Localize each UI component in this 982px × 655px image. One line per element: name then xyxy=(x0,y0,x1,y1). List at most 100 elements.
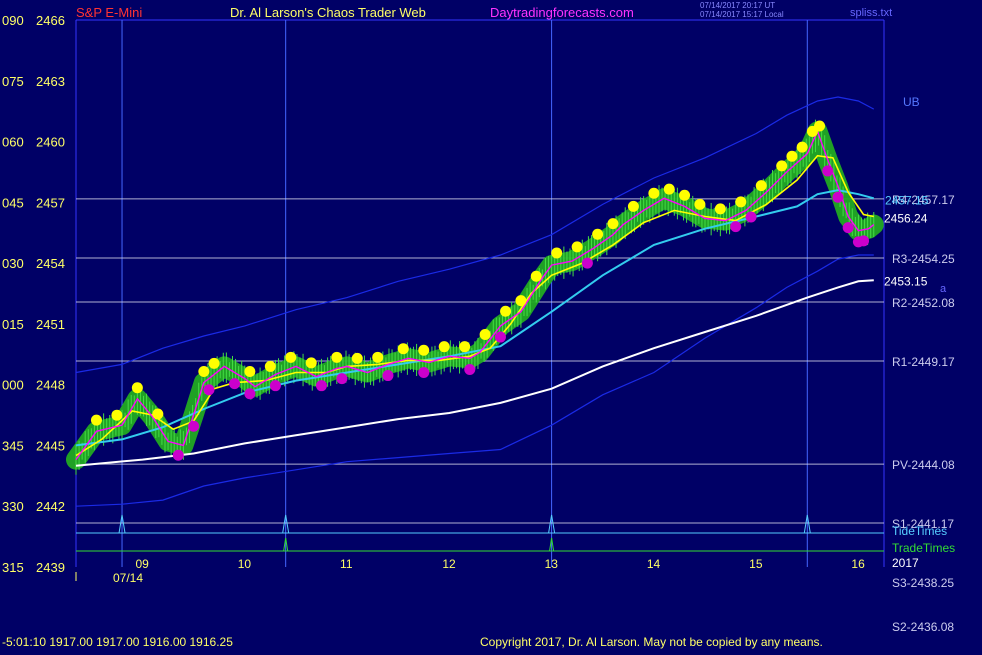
bull-dot xyxy=(244,365,256,377)
y-tick-label: 2451 xyxy=(36,317,65,332)
copyright: Copyright 2017, Dr. Al Larson. May not b… xyxy=(480,635,823,649)
bull-dot xyxy=(500,305,512,317)
date-label: 07/14 xyxy=(113,571,143,585)
bull-dot xyxy=(331,351,343,363)
bull-dot xyxy=(607,218,619,230)
bull-dot xyxy=(648,187,660,199)
bull-dot xyxy=(663,183,675,195)
bull-dot xyxy=(264,360,276,372)
bull-dot xyxy=(479,329,491,341)
bull-dot xyxy=(438,341,450,353)
bull-dot xyxy=(198,365,210,377)
file-name: spliss.txt xyxy=(850,7,892,19)
label-layer: 090 2466 075 2463 060 2460 045 2457 030 2454 015 24… xyxy=(2,13,955,634)
x-tick-label: 15 xyxy=(749,557,763,571)
y-tick-left-label: 090 xyxy=(2,13,24,28)
chart-title: Dr. Al Larson's Chaos Trader Web xyxy=(230,5,426,20)
bull-dot xyxy=(111,409,123,421)
x-tick-label: 16 xyxy=(851,557,865,571)
bear-dot xyxy=(730,221,742,233)
bull-dot xyxy=(786,150,798,162)
bear-dot xyxy=(382,370,394,382)
bull-dot xyxy=(776,160,788,172)
bull-dot xyxy=(90,414,102,426)
y-tick-left-label: 060 xyxy=(2,135,24,150)
level-label: S3-2438.25 xyxy=(892,576,954,590)
end-value-label: 2453.15 xyxy=(884,274,928,288)
bull-dot xyxy=(694,198,706,210)
bull-dot xyxy=(592,228,604,240)
x-tick-label: 10 xyxy=(238,557,252,571)
y-tick-left-label: 345 xyxy=(2,438,24,453)
y-tick-left-label: 330 xyxy=(2,499,24,514)
x-tick-label: 13 xyxy=(545,557,559,571)
trade-label: TradeTimes xyxy=(892,541,955,555)
y-tick-label: 2445 xyxy=(36,438,65,453)
bull-dot xyxy=(131,382,143,394)
level-label: R1-2449.17 xyxy=(892,355,955,369)
year-label: 2017 xyxy=(892,556,919,570)
y-tick-label: 2466 xyxy=(36,13,65,28)
bull-dot xyxy=(714,203,726,215)
bull-dot xyxy=(679,189,691,201)
timestamp-utc: 07/14/2017 20:17 UT xyxy=(700,1,775,10)
bear-dot xyxy=(315,380,327,392)
symbol-title: S&P E-Mini xyxy=(76,5,142,20)
y-tick-left-label: 045 xyxy=(2,195,24,210)
bull-dot xyxy=(459,341,471,353)
grid-layer xyxy=(75,19,885,581)
y-tick-label: 2463 xyxy=(36,74,65,89)
x-tick-label: 12 xyxy=(442,557,456,571)
price-line xyxy=(75,129,875,461)
bull-dot xyxy=(372,351,384,363)
y-tick-left-label: 015 xyxy=(2,317,24,332)
chart: 090 2466 075 2463 060 2460 045 2457 030 2454 015 24… xyxy=(0,0,982,650)
end-value-label: 2456.24 xyxy=(884,212,928,226)
bull-dot xyxy=(735,196,747,208)
x-tick-label: 09 xyxy=(135,557,149,571)
bull-dot xyxy=(627,200,639,212)
level-label: S2-2436.08 xyxy=(892,620,954,634)
bear-dot xyxy=(494,331,506,343)
bear-dot xyxy=(581,257,593,269)
bull-dot xyxy=(305,357,317,369)
bear-dot xyxy=(229,378,241,390)
bull-dot xyxy=(285,351,297,363)
band-mark: a xyxy=(940,283,947,295)
tide-label: TideTimes xyxy=(892,524,947,538)
site-link[interactable]: Daytradingforecasts.com xyxy=(490,5,634,20)
y-tick-left-label: 000 xyxy=(2,378,24,393)
chart-svg: 090 2466 075 2463 060 2460 045 2457 030 2454 015 24… xyxy=(2,1,955,649)
status-readout: -5:01:10 1917.00 1917.00 1916.00 1916.25 xyxy=(2,635,233,649)
bull-dot xyxy=(755,180,767,192)
level-label: R2-2452.08 xyxy=(892,296,955,310)
end-value-label: UB xyxy=(903,95,920,109)
dot-layer xyxy=(90,120,870,461)
bear-dot xyxy=(418,367,430,379)
y-tick-left-label: 315 xyxy=(2,560,24,575)
y-tick-label: 2457 xyxy=(36,195,65,210)
x-tick-label: 11 xyxy=(340,557,353,571)
x-tick-label: 14 xyxy=(647,557,661,571)
bull-dot xyxy=(208,357,220,369)
timestamp-local: 07/14/2017 15:17 Local xyxy=(700,10,784,19)
bear-dot xyxy=(832,191,844,203)
upper-band-line xyxy=(75,96,875,374)
bull-dot xyxy=(418,344,430,356)
bull-dot xyxy=(351,352,363,364)
bull-dot xyxy=(152,408,164,420)
bull-dot xyxy=(796,141,808,153)
bear-dot xyxy=(336,373,348,385)
bull-dot xyxy=(530,270,542,282)
bull-dot xyxy=(397,343,409,355)
level-label: PV-2444.08 xyxy=(892,458,955,472)
bear-dot xyxy=(244,388,256,400)
bear-dot xyxy=(745,211,757,223)
bull-dot xyxy=(814,120,826,132)
bull-dot xyxy=(571,241,583,253)
y-tick-label: 2442 xyxy=(36,499,65,514)
bear-dot xyxy=(464,363,476,375)
bear-dot xyxy=(203,384,215,396)
bear-dot xyxy=(269,380,281,392)
bear-dot xyxy=(858,235,870,247)
